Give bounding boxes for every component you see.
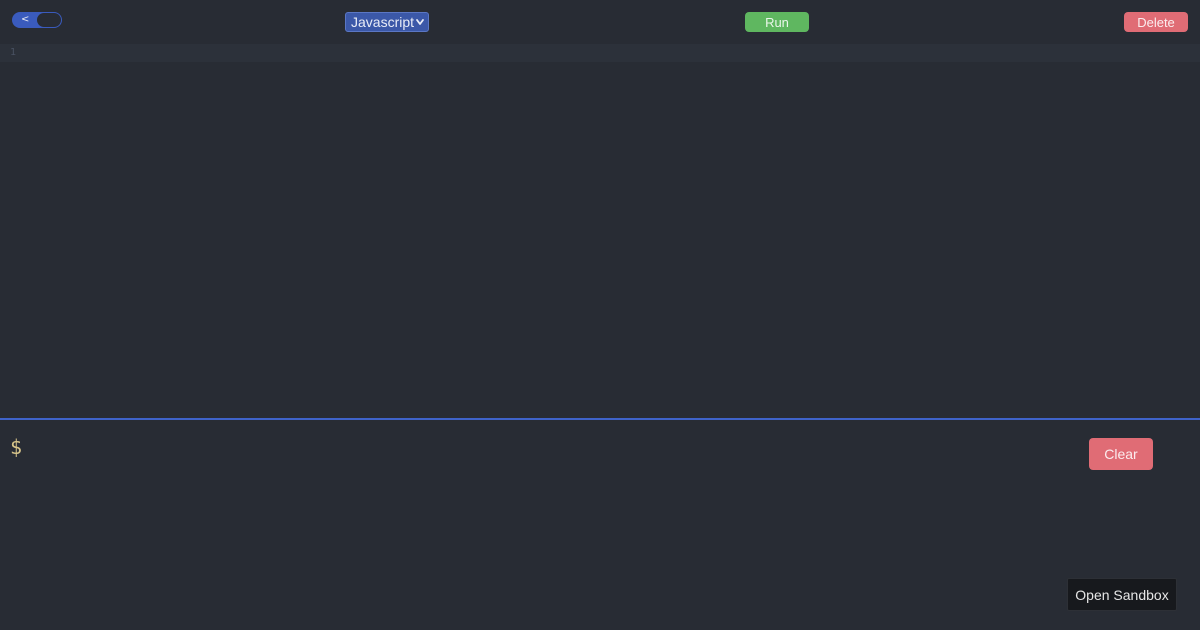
panel-toggle[interactable]: < [12, 12, 62, 28]
line-number: 1 [10, 47, 17, 58]
collapse-arrow-icon: < [21, 14, 30, 25]
run-button[interactable]: Run [745, 12, 809, 32]
open-sandbox-button[interactable]: Open Sandbox [1067, 578, 1177, 611]
terminal-prompt: $ [10, 435, 23, 459]
code-playground: < Javascript Run Delete 1 $ Clear Open S… [0, 0, 1200, 630]
toolbar: < Javascript Run Delete [0, 0, 1200, 44]
chevron-down-icon [416, 19, 424, 25]
terminal-panel: $ Clear Open Sandbox [0, 420, 1200, 630]
toggle-knob [37, 13, 61, 27]
language-select[interactable]: Javascript [345, 12, 429, 32]
language-selected-value: Javascript [351, 14, 415, 30]
delete-button[interactable]: Delete [1124, 12, 1188, 32]
code-editor[interactable]: 1 [0, 44, 1200, 418]
active-line-highlight [0, 44, 1200, 62]
clear-button[interactable]: Clear [1089, 438, 1153, 470]
